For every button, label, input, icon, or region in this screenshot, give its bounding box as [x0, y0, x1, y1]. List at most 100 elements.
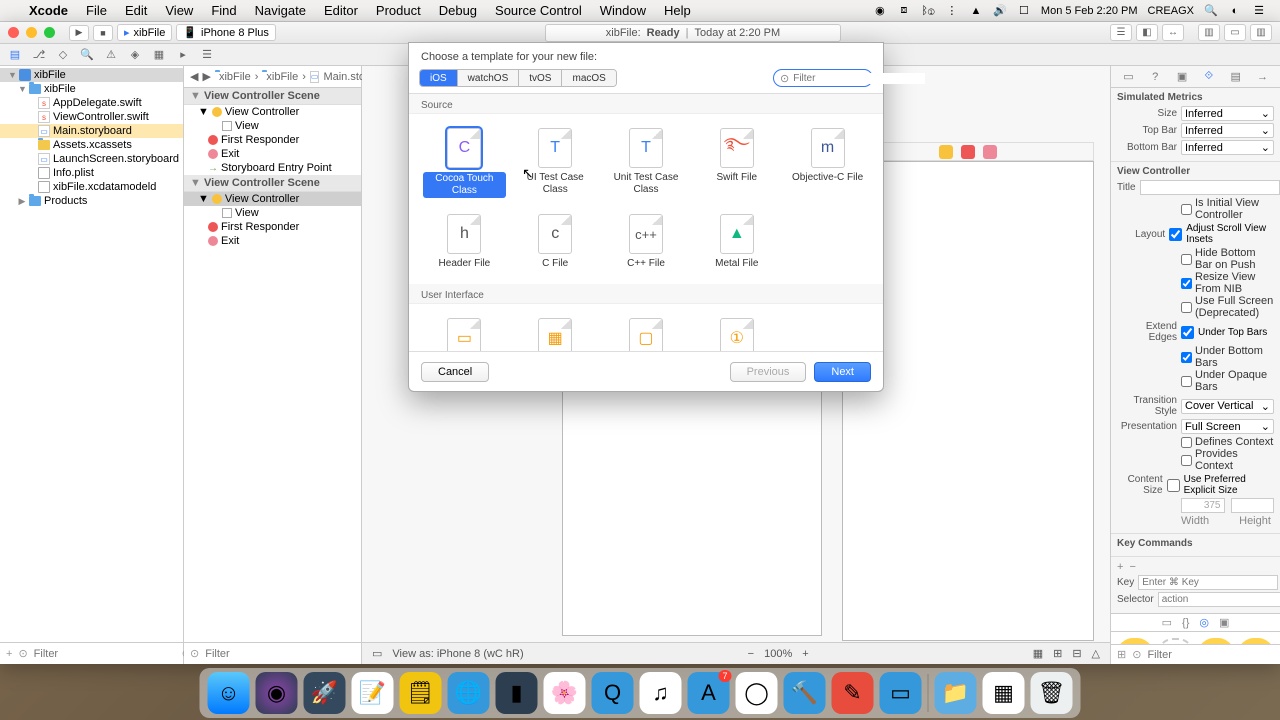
dock-app-2[interactable]: ✎	[832, 672, 874, 714]
full-screen-checkbox[interactable]	[1181, 302, 1192, 313]
navigator-filter-input[interactable]	[34, 648, 176, 660]
destination-selector[interactable]: 📱iPhone 8 Plus	[176, 24, 276, 41]
use-preferred-checkbox[interactable]	[1167, 479, 1180, 492]
screen-record-icon[interactable]: ◉	[873, 4, 887, 18]
dock-app-4[interactable]: ▦	[983, 672, 1025, 714]
volume-icon[interactable]: 🔊	[993, 4, 1007, 18]
dock-finder[interactable]: ☺	[208, 672, 250, 714]
close-button[interactable]	[8, 27, 19, 38]
is-initial-checkbox[interactable]	[1181, 204, 1192, 215]
transition-select[interactable]: Cover Vertical⌄	[1181, 399, 1274, 414]
under-bottom-checkbox[interactable]	[1181, 352, 1192, 363]
project-root[interactable]: ▼xibFile	[0, 68, 183, 82]
breakpoint-nav-tab[interactable]: ▸	[174, 47, 192, 63]
version-editor-button[interactable]: ↔	[1162, 24, 1184, 41]
title-input[interactable]	[1140, 180, 1280, 195]
outline-exit-2[interactable]: Exit	[184, 234, 361, 248]
outline-vc-2[interactable]: ▼View Controller	[184, 192, 361, 206]
dock-xcode[interactable]: 🔨	[784, 672, 826, 714]
template-swift-file[interactable]: ࿐Swift File	[693, 122, 780, 204]
notification-center-icon[interactable]: ☰	[1252, 4, 1266, 18]
bottom-bar-select[interactable]: Inferred⌄	[1181, 140, 1274, 155]
dock-siri[interactable]: ◉	[256, 672, 298, 714]
cancel-button[interactable]: Cancel	[421, 362, 489, 382]
under-opaque-checkbox[interactable]	[1181, 376, 1192, 387]
test-nav-tab[interactable]: ◈	[126, 47, 144, 63]
library-grid-toggle[interactable]: ⊞	[1117, 648, 1126, 661]
menu-editor[interactable]: Editor	[315, 3, 367, 18]
symbol-nav-tab[interactable]: ◇	[54, 47, 72, 63]
under-top-checkbox[interactable]	[1181, 326, 1194, 339]
remove-key-command-button[interactable]: −	[1129, 561, 1135, 573]
file-template-tab[interactable]: ▭	[1162, 616, 1172, 629]
menu-edit[interactable]: Edit	[116, 3, 156, 18]
template-filter-input[interactable]	[793, 73, 925, 84]
siri-icon[interactable]: ◐	[1228, 4, 1242, 18]
dock-quicktime[interactable]: Q	[592, 672, 634, 714]
resolve-button[interactable]: △	[1092, 647, 1100, 660]
vc-dock-icon[interactable]	[939, 145, 953, 159]
outline-first-responder-1[interactable]: First Responder	[184, 133, 361, 147]
scene-2-header[interactable]: ▼ View Controller Scene	[184, 175, 361, 192]
menu-navigate[interactable]: Navigate	[246, 3, 315, 18]
stop-button[interactable]: ■	[93, 25, 113, 41]
key-input[interactable]	[1138, 575, 1278, 590]
menu-find[interactable]: Find	[202, 3, 245, 18]
menu-view[interactable]: View	[156, 3, 202, 18]
toggle-inspector-button[interactable]: ▥	[1250, 24, 1272, 41]
file-assets[interactable]: Assets.xcassets	[0, 138, 183, 152]
toggle-navigator-button[interactable]: ▥	[1198, 24, 1220, 41]
bluetooth-icon[interactable]: ᛒ①	[921, 4, 935, 18]
run-button[interactable]: ▶	[69, 25, 89, 41]
outline-vc-1[interactable]: ▼View Controller	[184, 105, 361, 119]
template-metal-file[interactable]: ▲Metal File	[693, 208, 780, 276]
scheme-selector[interactable]: ▸xibFile	[117, 24, 172, 41]
group-products[interactable]: ▶Products	[0, 194, 183, 208]
menubar-user[interactable]: CREAGX	[1148, 5, 1194, 17]
add-file-button[interactable]: +	[6, 648, 12, 660]
exit-dock-icon[interactable]	[983, 145, 997, 159]
toggle-outline-button[interactable]: ▭	[372, 647, 382, 660]
hide-bottom-checkbox[interactable]	[1181, 254, 1192, 265]
template-storyboard[interactable]: ▭Storyboard	[421, 312, 508, 351]
template-cpp-file[interactable]: c++C++ File	[603, 208, 690, 276]
top-bar-select[interactable]: Inferred⌄	[1181, 123, 1274, 138]
media-library-tab[interactable]: ▣	[1219, 616, 1229, 629]
template-ui-test[interactable]: TUI Test Case Class	[512, 122, 599, 204]
maximize-button[interactable]	[44, 27, 55, 38]
outline-entry-point[interactable]: →Storyboard Entry Point	[184, 161, 361, 175]
outline-view-1[interactable]: View	[184, 119, 361, 133]
defines-context-checkbox[interactable]	[1181, 437, 1192, 448]
view-as-label[interactable]: View as: iPhone 8 (wC hR)	[392, 648, 523, 660]
dock-appstore[interactable]: A7	[688, 672, 730, 714]
library-filter-input[interactable]	[1147, 649, 1280, 661]
file-main-storyboard[interactable]: ▭Main.storyboard	[0, 124, 183, 138]
zoom-in-button[interactable]: +	[802, 648, 808, 660]
standard-editor-button[interactable]: ☰	[1110, 24, 1132, 41]
tab-ios[interactable]: iOS	[420, 70, 458, 86]
find-nav-tab[interactable]: 🔍	[78, 47, 96, 63]
debug-nav-tab[interactable]: ▦	[150, 47, 168, 63]
dock-photos[interactable]: 🌸	[544, 672, 586, 714]
menu-help[interactable]: Help	[655, 3, 700, 18]
back-button[interactable]: ◀	[190, 70, 198, 83]
resize-nib-checkbox[interactable]	[1181, 278, 1192, 289]
file-datamodel[interactable]: xibFile.xcdatamodeld	[0, 180, 183, 194]
menubar-clock[interactable]: Mon 5 Feb 2:20 PM	[1041, 5, 1138, 17]
file-inspector-tab[interactable]: ▭	[1121, 70, 1135, 84]
toggle-debug-button[interactable]: ▭	[1224, 24, 1246, 41]
template-cocoa-touch-class[interactable]: CCocoa Touch Class	[421, 122, 508, 204]
tab-watchos[interactable]: watchOS	[458, 70, 520, 86]
template-launch-screen[interactable]: ①Launch Screen	[693, 312, 780, 351]
adjust-scroll-checkbox[interactable]	[1169, 228, 1182, 241]
outline-exit-1[interactable]: Exit	[184, 147, 361, 161]
template-unit-test[interactable]: TUnit Test Case Class	[603, 122, 690, 204]
wifi-icon[interactable]: ⋮	[945, 4, 959, 18]
align-button[interactable]: ⊞	[1053, 647, 1062, 660]
file-info-plist[interactable]: Info.plist	[0, 166, 183, 180]
size-inspector-tab[interactable]: ▤	[1229, 70, 1243, 84]
menu-product[interactable]: Product	[367, 3, 430, 18]
tab-macos[interactable]: macOS	[562, 70, 615, 86]
menu-debug[interactable]: Debug	[430, 3, 486, 18]
dock-terminal[interactable]: ▮	[496, 672, 538, 714]
